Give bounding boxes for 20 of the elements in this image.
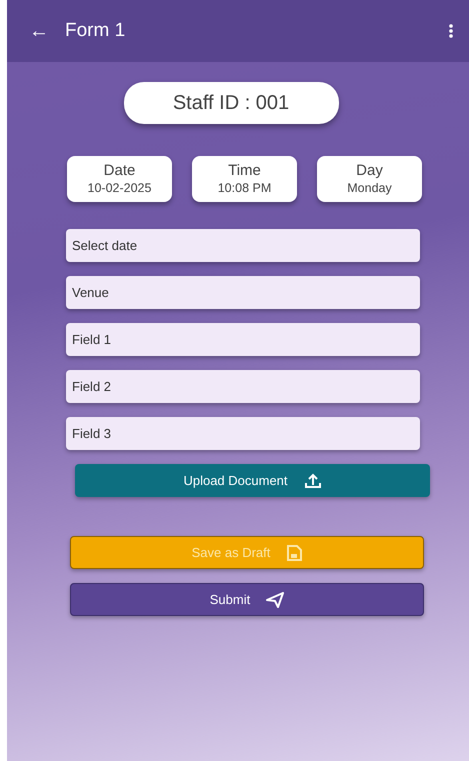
input-field[interactable]: Field 3 [66,417,420,450]
info-value: 10:08 PM [218,180,272,196]
screen-title: Form 1 [65,18,126,43]
info-label: Day [356,162,383,180]
info-value: 10-02-2025 [88,180,152,196]
upload-icon [304,472,322,488]
input-field[interactable]: Select date [66,229,420,262]
info-label: Time [228,162,261,180]
info-value: Monday [347,180,392,196]
send-icon [266,592,284,608]
upload-button[interactable]: Upload Document [75,464,430,497]
submit-button[interactable]: Submit [70,583,424,616]
back-button[interactable]: ← [29,21,49,41]
more-icon [449,24,453,38]
input-field[interactable]: Field 2 [66,370,420,403]
input-field[interactable]: Venue [66,276,420,309]
input-field[interactable]: Field 1 [66,323,420,356]
staff-id-badge: Staff ID : 001 [124,82,338,124]
info-label: Date [104,162,136,180]
save-icon [286,544,302,560]
